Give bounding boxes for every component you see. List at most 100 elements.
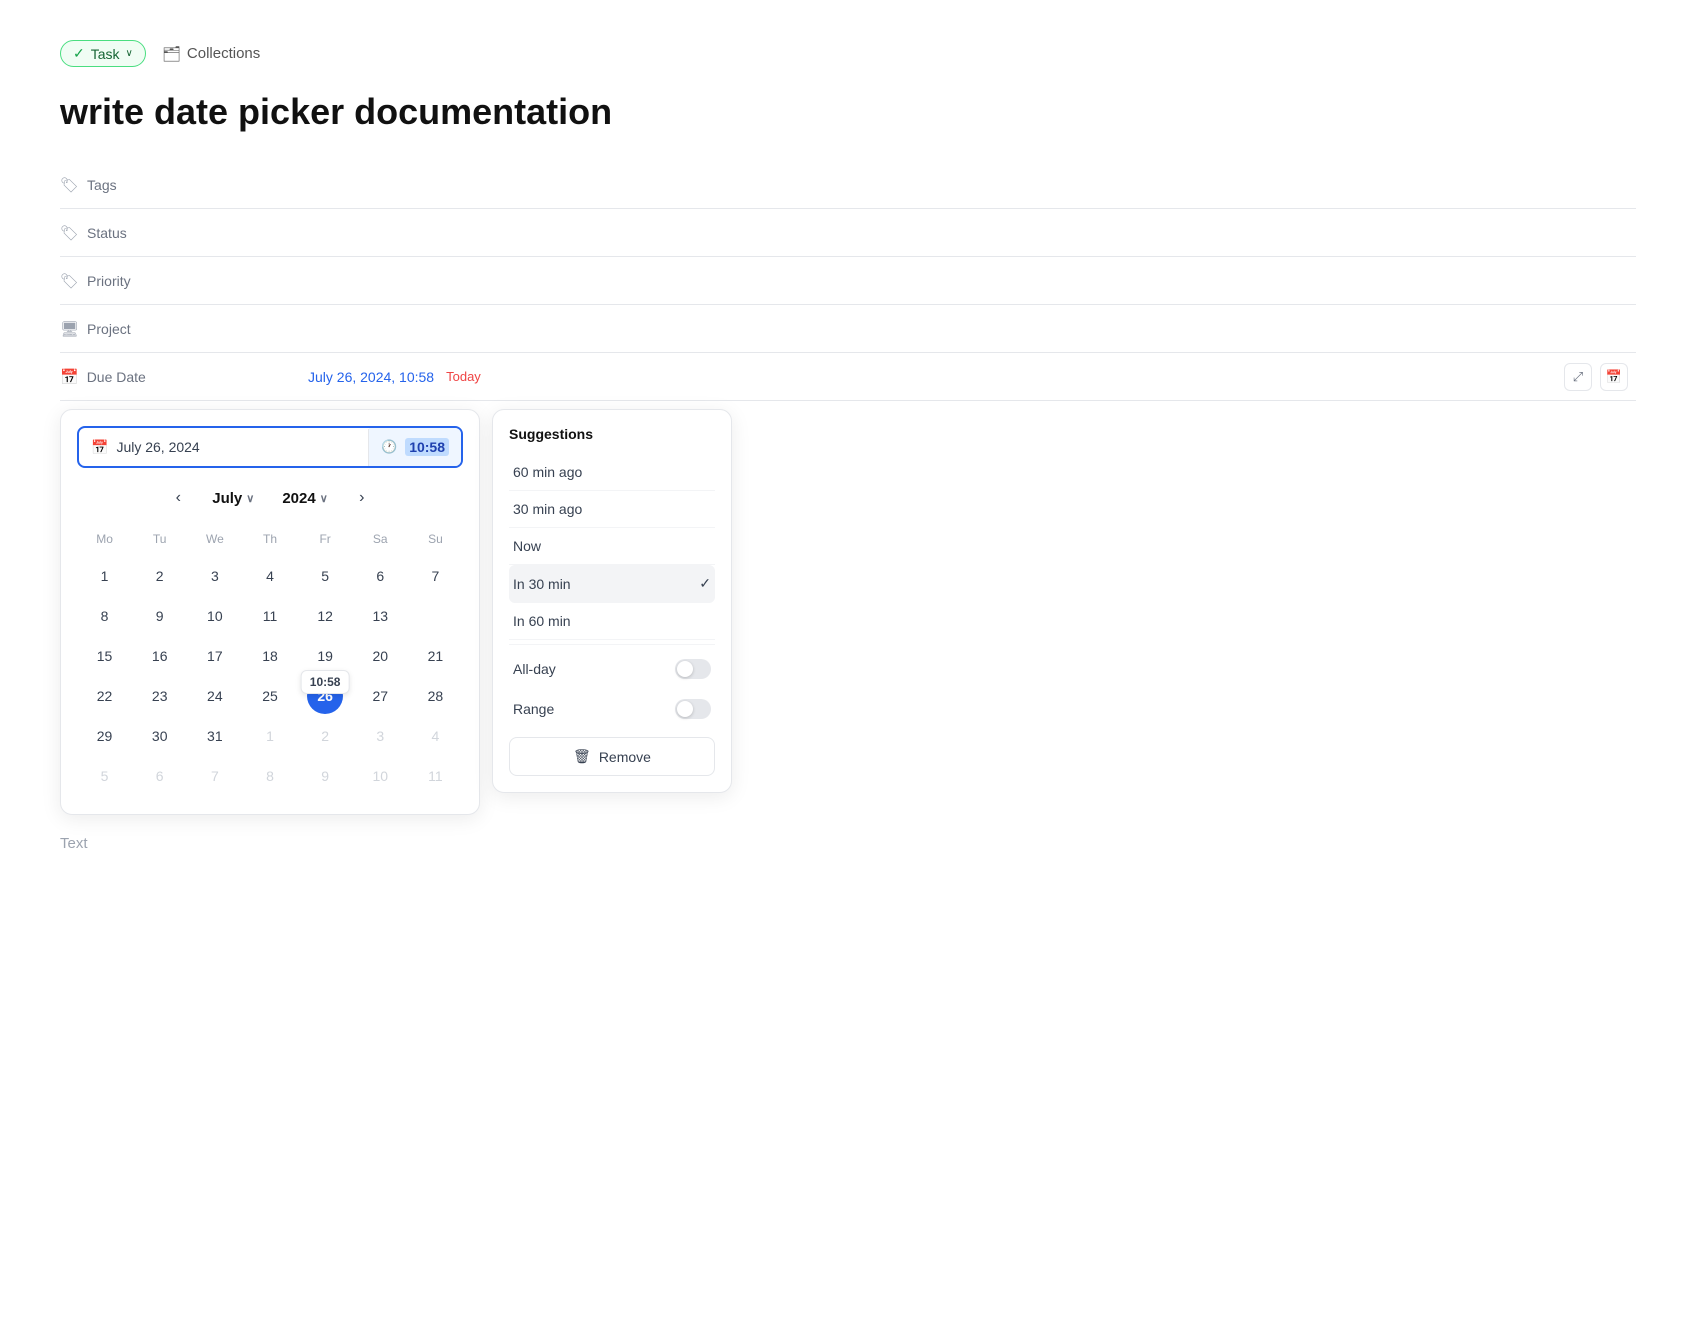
time-input-part[interactable]: 🕐 10:58 [369, 428, 461, 466]
suggestions-divider [509, 644, 715, 645]
clock-icon: 🕐 [381, 439, 397, 455]
cal-day-29[interactable]: 29 [87, 718, 123, 754]
project-value[interactable] [300, 317, 1636, 341]
cal-day-next-11[interactable]: 11 [417, 758, 453, 794]
cal-day-13[interactable]: 13 [362, 598, 398, 634]
expand-button[interactable]: ⤢ [1564, 363, 1592, 391]
priority-label-cell: 🏷 Priority [60, 260, 300, 302]
priority-value[interactable] [300, 269, 1636, 293]
cal-day-27[interactable]: 27 [362, 678, 398, 714]
cal-day-26-selected[interactable]: 10:58 26 [307, 678, 343, 714]
calendar-action-button[interactable]: 📅 [1600, 363, 1628, 391]
cal-day-next-2[interactable]: 2 [307, 718, 343, 754]
allday-toggle[interactable] [675, 659, 711, 679]
cal-day-20[interactable]: 20 [362, 638, 398, 674]
suggestions-panel: Suggestions 60 min ago 30 min ago Now In… [492, 409, 732, 793]
suggestion-30-min-ago[interactable]: 30 min ago [509, 491, 715, 528]
suggestion-check-icon: ✓ [699, 575, 711, 592]
cal-day-21[interactable]: 21 [417, 638, 453, 674]
cal-day-next-6[interactable]: 6 [142, 758, 178, 794]
status-value[interactable] [300, 221, 1636, 245]
suggestion-in-60-min[interactable]: In 60 min [509, 603, 715, 640]
cal-day-8[interactable]: 8 [87, 598, 123, 634]
range-toggle[interactable] [675, 699, 711, 719]
cal-day-6[interactable]: 6 [362, 558, 398, 594]
due-date-actions: ⤢ 📅 [1564, 363, 1636, 391]
cal-day-next-5[interactable]: 5 [87, 758, 123, 794]
suggestion-60-min-ago[interactable]: 60 min ago [509, 454, 715, 491]
range-toggle-row: Range [509, 689, 715, 729]
text-label: Text [60, 835, 88, 852]
priority-icon: 🏷 [60, 272, 79, 290]
month-select[interactable]: July ∨ [204, 486, 262, 511]
cal-day-next-1[interactable]: 1 [252, 718, 288, 754]
cal-day-2[interactable]: 2 [142, 558, 178, 594]
calendar-week-1: 1 2 3 4 5 6 7 [77, 558, 463, 594]
cal-day-next-8[interactable]: 8 [252, 758, 288, 794]
weekday-fr: Fr [298, 528, 353, 550]
page-title: write date picker documentation [60, 91, 1636, 133]
cal-day-16[interactable]: 16 [142, 638, 178, 674]
suggestion-60-label: 60 min ago [513, 464, 582, 480]
cal-day-15[interactable]: 15 [87, 638, 123, 674]
cal-day-23[interactable]: 23 [142, 678, 178, 714]
suggestion-30-label: 30 min ago [513, 501, 582, 517]
date-input-value: July 26, 2024 [116, 439, 199, 455]
datetime-input-row[interactable]: 📅 July 26, 2024 🕐 10:58 [77, 426, 463, 468]
cal-day-next-10[interactable]: 10 [362, 758, 398, 794]
cal-day-1[interactable]: 1 [87, 558, 123, 594]
prev-month-button[interactable]: ‹ [164, 484, 192, 512]
cal-day-next-9[interactable]: 9 [307, 758, 343, 794]
collections-link[interactable]: 🗂 Collections [162, 45, 260, 63]
cal-day-17[interactable]: 17 [197, 638, 233, 674]
cal-day-next-7[interactable]: 7 [197, 758, 233, 794]
due-date-label-cell: 📅 Due Date [60, 356, 300, 398]
year-select[interactable]: 2024 ∨ [274, 486, 335, 511]
cal-day-5[interactable]: 5 [307, 558, 343, 594]
text-section: Text [60, 815, 1636, 872]
cal-day-9[interactable]: 9 [142, 598, 178, 634]
task-badge[interactable]: ✓ Task ∨ [60, 40, 146, 67]
cal-day-24[interactable]: 24 [197, 678, 233, 714]
calendar-week-5: 29 30 31 1 2 3 4 [77, 718, 463, 754]
calendar-week-6: 5 6 7 8 9 10 11 [77, 758, 463, 794]
project-row: 🖥 Project [60, 305, 1636, 353]
suggestion-now-label: Now [513, 538, 541, 554]
cal-day-10[interactable]: 10 [197, 598, 233, 634]
suggestion-in30-label: In 30 min [513, 576, 571, 592]
cal-day-3[interactable]: 3 [197, 558, 233, 594]
cal-day-11[interactable]: 11 [252, 598, 288, 634]
remove-button[interactable]: 🗑 Remove [509, 737, 715, 776]
calendar-week-4: 22 23 24 25 10:58 26 27 28 [77, 678, 463, 714]
header-row: ✓ Task ∨ 🗂 Collections [60, 40, 1636, 67]
weekday-mo: Mo [77, 528, 132, 550]
cal-day-18[interactable]: 18 [252, 638, 288, 674]
cal-day-7[interactable]: 7 [417, 558, 453, 594]
cal-day-12[interactable]: 12 [307, 598, 343, 634]
due-date-value-cell[interactable]: July 26, 2024, 10:58 Today [300, 357, 1564, 397]
cal-day-31[interactable]: 31 [197, 718, 233, 754]
cal-day-next-4[interactable]: 4 [417, 718, 453, 754]
tags-value[interactable] [300, 173, 1636, 197]
range-label: Range [513, 701, 554, 717]
suggestion-in-30-min[interactable]: In 30 min ✓ [509, 565, 715, 603]
task-check-icon: ✓ [73, 45, 85, 62]
cal-day-4[interactable]: 4 [252, 558, 288, 594]
cal-day-19[interactable]: 19 [307, 638, 343, 674]
date-input-part[interactable]: 📅 July 26, 2024 [79, 429, 369, 466]
month-chevron-icon: ∨ [246, 492, 254, 505]
due-date-label: Due Date [87, 369, 146, 385]
cal-day-30[interactable]: 30 [142, 718, 178, 754]
weekday-we: We [187, 528, 242, 550]
suggestion-now[interactable]: Now [509, 528, 715, 565]
cal-day-25[interactable]: 25 [252, 678, 288, 714]
weekday-su: Su [408, 528, 463, 550]
allday-label: All-day [513, 661, 556, 677]
due-date-icon: 📅 [60, 368, 79, 386]
cal-day-22[interactable]: 22 [87, 678, 123, 714]
cal-day-28[interactable]: 28 [417, 678, 453, 714]
next-month-button[interactable]: › [348, 484, 376, 512]
task-label: Task [91, 46, 120, 62]
year-chevron-icon: ∨ [320, 492, 328, 505]
cal-day-next-3[interactable]: 3 [362, 718, 398, 754]
